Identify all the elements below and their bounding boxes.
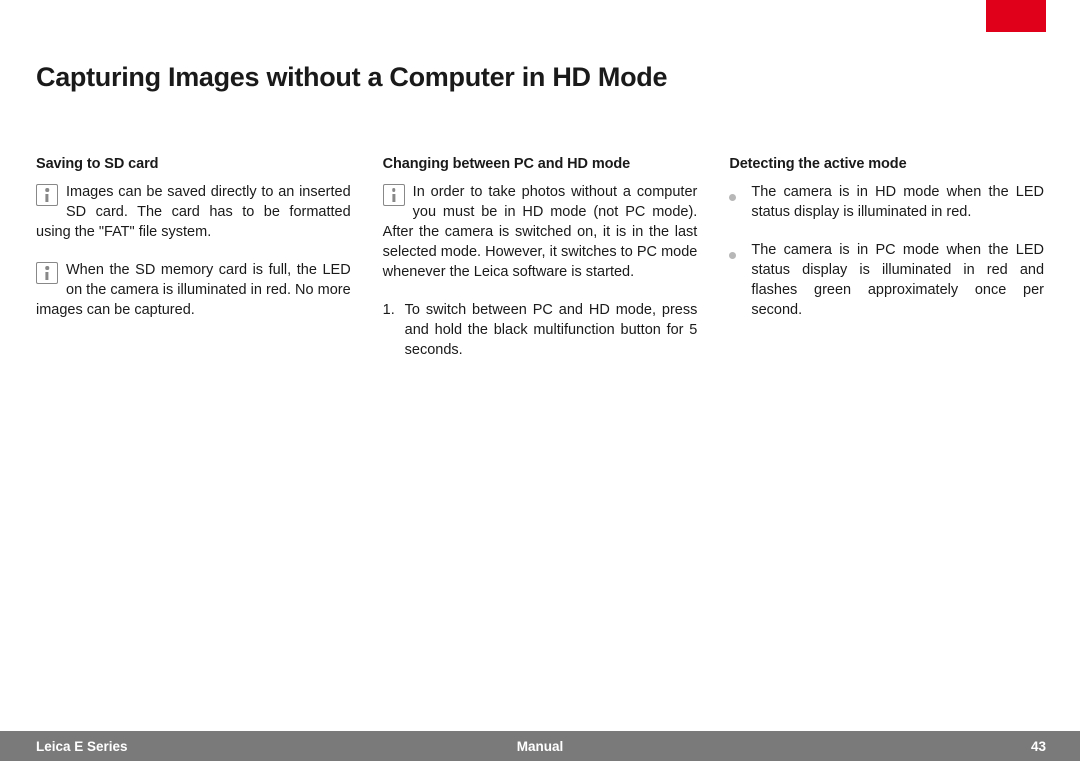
footer-doc-type: Manual xyxy=(517,739,564,754)
heading-saving-sd: Saving to SD card xyxy=(36,154,351,174)
brand-color-block xyxy=(986,0,1046,32)
step-number: 1. xyxy=(383,300,405,360)
bullet-pc-mode: The camera is in PC mode when the LED st… xyxy=(729,240,1044,320)
heading-detect-mode: Detecting the active mode xyxy=(729,154,1044,174)
step-1: 1. To switch between PC and HD mode, pre… xyxy=(383,300,698,360)
info-block-sd-full: When the SD memory card is full, the LED… xyxy=(36,260,351,320)
bullet-icon xyxy=(729,182,751,222)
column-detect-mode: Detecting the active mode The camera is … xyxy=(729,154,1044,370)
content-columns: Saving to SD card Images can be saved di… xyxy=(36,154,1044,370)
column-change-mode: Changing between PC and HD mode In order… xyxy=(383,154,698,370)
bullet-hd-mode: The camera is in HD mode when the LED st… xyxy=(729,182,1044,222)
info-icon xyxy=(36,262,58,284)
body-text: Images can be saved directly to an inser… xyxy=(36,184,351,240)
heading-change-mode: Changing between PC and HD mode xyxy=(383,154,698,174)
info-icon xyxy=(383,184,405,206)
column-saving-sd: Saving to SD card Images can be saved di… xyxy=(36,154,351,370)
step-text: To switch between PC and HD mode, press … xyxy=(405,300,698,360)
footer-page-number: 43 xyxy=(1031,739,1046,754)
info-icon xyxy=(36,184,58,206)
body-text: When the SD memory card is full, the LED… xyxy=(36,262,351,318)
page-title: Capturing Images without a Computer in H… xyxy=(36,62,667,93)
info-block-hd-mode: In order to take photos without a comput… xyxy=(383,182,698,282)
info-block-sd-format: Images can be saved directly to an inser… xyxy=(36,182,351,242)
footer-product: Leica E Series xyxy=(36,739,128,754)
bullet-text: The camera is in HD mode when the LED st… xyxy=(751,182,1044,222)
body-text: In order to take photos without a comput… xyxy=(383,184,698,280)
page-footer: Leica E Series Manual 43 xyxy=(0,731,1080,761)
bullet-text: The camera is in PC mode when the LED st… xyxy=(751,240,1044,320)
bullet-icon xyxy=(729,240,751,320)
